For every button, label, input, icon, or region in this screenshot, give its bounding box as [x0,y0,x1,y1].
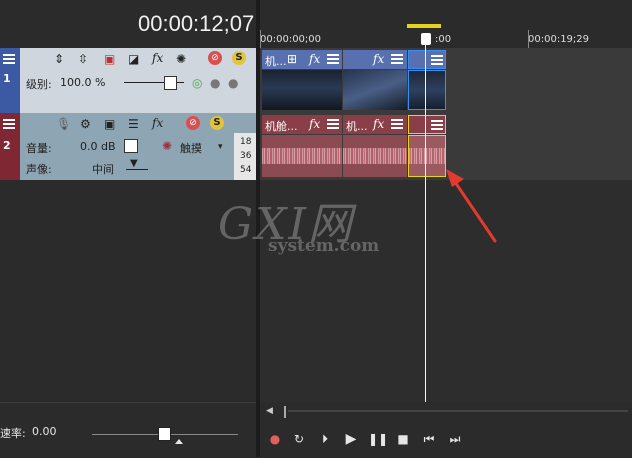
bypass-icon[interactable]: ◎ [192,76,202,90]
record-icon[interactable]: ● [266,430,284,448]
volume-label: 音量: [26,142,52,155]
ruler-label-end: 00:00:19;29 [528,34,590,45]
clip-title: 机... [265,55,287,68]
compositing-icon[interactable]: ◪ [128,52,139,66]
audio-waveform-2 [343,135,407,177]
level-slider-thumb[interactable] [164,76,177,90]
fx-icon[interactable]: fx [373,52,384,66]
eq-icon[interactable]: ☰ [128,117,139,131]
expand-icon[interactable]: ⇕ [54,52,64,66]
volume-slider-thumb[interactable] [124,139,138,153]
video-track-lane[interactable]: 机... ⊞ fx fx [260,48,632,113]
volume-value: 0.0 dB [80,140,116,153]
meter-scale: 18 36 54 [234,133,256,180]
scroll-thumb[interactable] [284,406,286,418]
collapse-icon[interactable]: ⇳ [78,52,88,66]
chevron-down-icon[interactable]: ▾ [218,140,223,154]
ruler-tick [528,30,529,48]
ruler-tick [260,30,261,48]
playhead-line[interactable] [425,44,426,402]
level-value: 100.0 % [60,76,106,89]
rate-label: 速率: [0,427,26,440]
pan-label: 声像: [26,163,52,176]
bypass-icon[interactable]: ● [228,76,238,90]
gear-icon[interactable]: ✺ [162,139,172,153]
menu-icon[interactable] [327,119,339,129]
stop-icon[interactable]: ■ [394,430,412,448]
fx-icon[interactable]: fx [309,52,320,66]
fx-icon[interactable]: fx [373,117,384,131]
audio-waveform-1 [262,135,342,177]
audio-clip-1-header[interactable]: 机舱... fx [262,115,342,134]
horizontal-scrollbar[interactable]: ◀ [260,402,632,420]
track-number: 2 [3,139,11,152]
pause-icon[interactable]: ❚❚ [368,430,388,448]
timecode-display: 00:00:12;07 [138,11,255,36]
menu-icon[interactable] [431,55,443,65]
video-clip-3-header[interactable] [408,50,446,69]
bypass-icon[interactable]: ● [210,76,220,90]
level-label: 级别: [26,78,52,91]
clip-title: 机... [346,120,368,133]
video-thumbnail-1 [262,70,342,110]
menu-icon[interactable] [431,120,443,130]
rate-value: 0.00 [32,425,57,438]
video-track-header[interactable]: 1 ⇕ ⇳ ▣ ◪ fx ✺ ⊘ S 级别: 100.0 % ◎ ● ● [0,48,256,113]
annotation-arrow [446,169,497,243]
rate-center-marker [175,439,183,444]
meter-tick: 18 [240,137,252,147]
meter-tick: 36 [240,151,252,161]
next-frame-icon[interactable]: ⏭ [446,430,464,448]
mute-icon[interactable]: ▣ [104,52,115,66]
video-clip-1-header[interactable]: 机... ⊞ fx [262,50,342,69]
prev-frame-icon[interactable]: ⏮ [420,430,438,448]
mute-track-icon[interactable]: ⊘ [186,116,200,130]
video-clip-2-header[interactable]: fx [343,50,407,69]
solo-icon[interactable]: S [210,116,224,130]
routing-icon[interactable]: ⚙ [80,117,91,131]
track-number: 1 [3,72,11,85]
scroll-left-icon[interactable]: ◀ [266,406,273,416]
clip-title: 机舱... [265,120,298,133]
pan-value: 中间 [92,163,114,176]
crop-icon[interactable]: ⊞ [287,52,297,66]
playhead-handle[interactable] [421,33,431,45]
mute-track-icon[interactable]: ⊘ [208,51,222,65]
fx-icon[interactable]: fx [152,116,163,130]
fx-icon[interactable]: fx [309,117,320,131]
play-icon[interactable]: ▶ [342,430,360,448]
loop-region-marker[interactable] [407,24,441,28]
play-from-start-icon[interactable]: ⏵ [316,430,334,448]
rate-slider-thumb[interactable] [158,427,171,441]
video-thumbnail-3 [408,70,446,110]
meter-tick: 54 [240,165,252,175]
fx-icon[interactable]: fx [152,51,163,65]
touch-label[interactable]: 触摸 [180,140,202,156]
menu-icon[interactable] [391,119,403,129]
timeline-ruler[interactable]: 00:00:00;00 :00 00:00:19;29 [260,0,632,49]
loop-icon[interactable]: ↻ [290,430,308,448]
audio-clip-3-header[interactable] [408,115,446,134]
input-icon[interactable]: ▣ [104,117,115,131]
ruler-label-start: 00:00:00;00 [260,34,322,45]
microphone-icon[interactable]: 🎙 [56,117,71,131]
ruler-label-mid: :00 [435,34,452,45]
menu-icon[interactable] [3,54,15,64]
watermark-sub: system.com [268,236,380,256]
audio-clip-2-header[interactable]: 机... fx [343,115,407,134]
rate-panel: 速率: 0.00 [0,402,256,458]
pan-slider-track[interactable] [126,169,148,170]
menu-icon[interactable] [3,119,15,129]
menu-icon[interactable] [327,54,339,64]
scroll-track[interactable] [288,410,628,412]
solo-icon[interactable]: S [232,51,246,65]
gear-icon[interactable]: ✺ [176,52,186,66]
menu-icon[interactable] [391,54,403,64]
audio-track-header[interactable]: 2 🎙 ⚙ ▣ ☰ fx ⊘ S 音量: 0.0 dB ✺ 触摸 ▾ 声像: 中… [0,113,256,180]
video-thumbnail-2 [343,70,407,110]
